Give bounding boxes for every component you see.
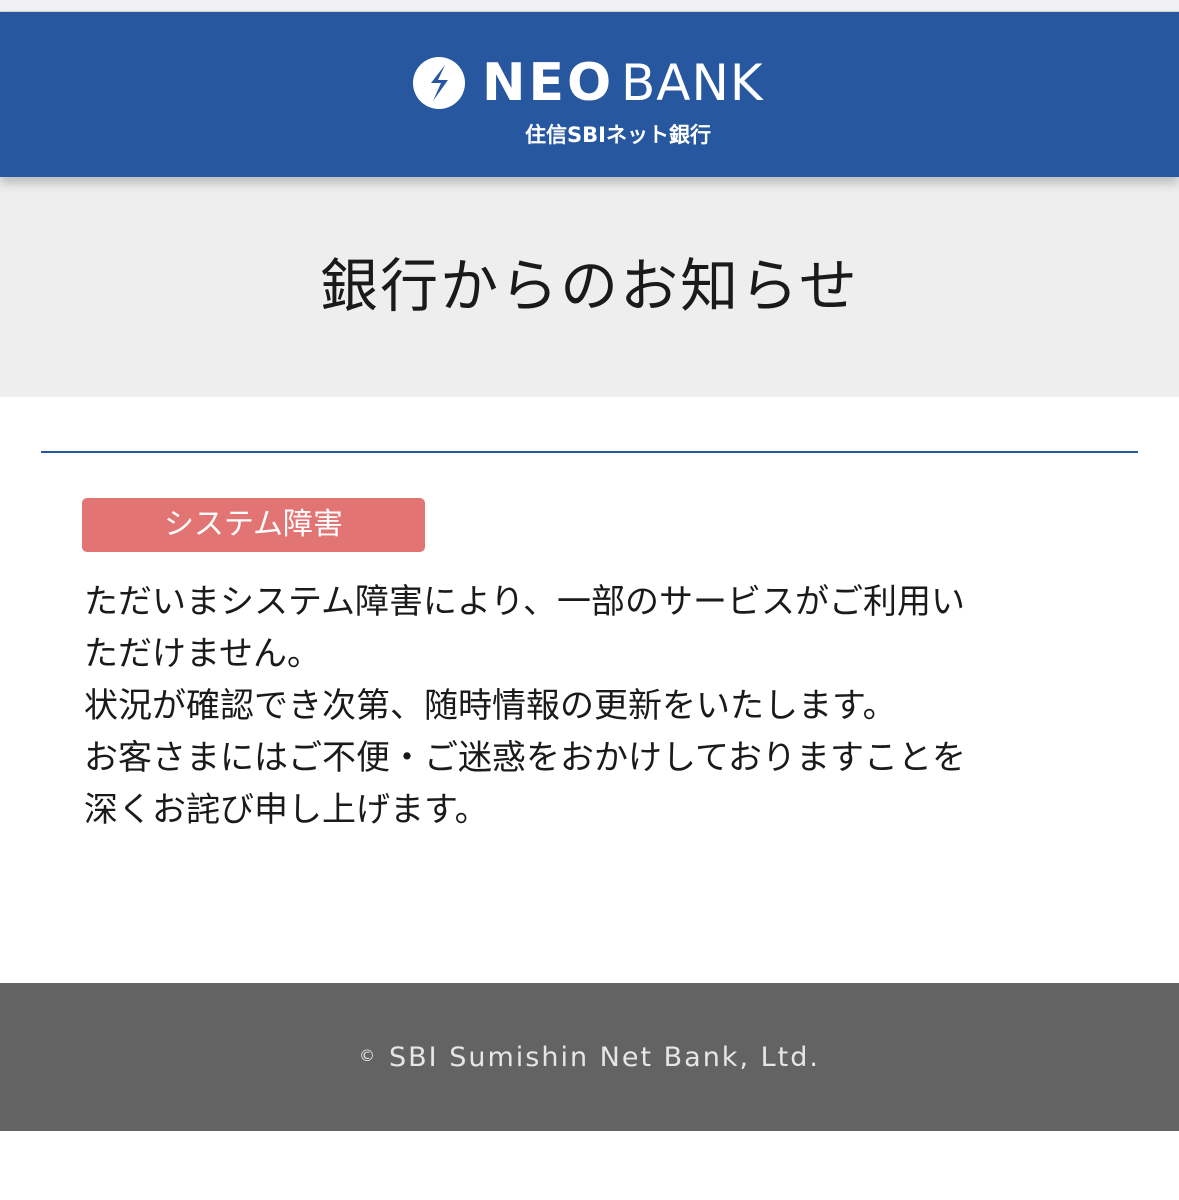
copyright-symbol: © bbox=[359, 1046, 378, 1065]
logo-neo-text: NEO bbox=[482, 53, 615, 113]
copyright: © SBI Sumishin Net Bank, Ltd. bbox=[0, 1036, 1179, 1078]
notice-line: ただいまシステム障害により、一部のサービスがご利用い bbox=[84, 582, 965, 622]
site-header: NEO BANK 住信SBIネット銀行 bbox=[0, 12, 1179, 177]
browser-top-strip bbox=[0, 0, 1179, 12]
notice-line: ただけません。 bbox=[84, 634, 321, 674]
notice-line: 状況が確認でき次第、随時情報の更新をいたします。 bbox=[84, 686, 897, 726]
logo-bank-name: 住信SBIネット銀行 bbox=[525, 123, 711, 147]
page-title: 銀行からのお知らせ bbox=[320, 252, 859, 320]
notice-line: お客さまにはご不便・ご迷惑をおかけしておりますことを bbox=[84, 738, 966, 778]
copyright-text: SBI Sumishin Net Bank, Ltd. bbox=[389, 1042, 820, 1073]
neobank-logo[interactable]: NEO BANK 住信SBIネット銀行 bbox=[412, 53, 772, 147]
section-divider bbox=[41, 451, 1138, 453]
notice-line: 深くお詫び申し上げます。 bbox=[84, 790, 489, 830]
notice-message: ただいまシステム障害により、一部のサービスがご利用い ただけません。 状況が確認… bbox=[84, 576, 1094, 836]
logo-bank-text: BANK bbox=[621, 54, 764, 112]
neobank-s-mark-icon bbox=[412, 56, 466, 110]
status-badge: システム障害 bbox=[82, 498, 425, 552]
